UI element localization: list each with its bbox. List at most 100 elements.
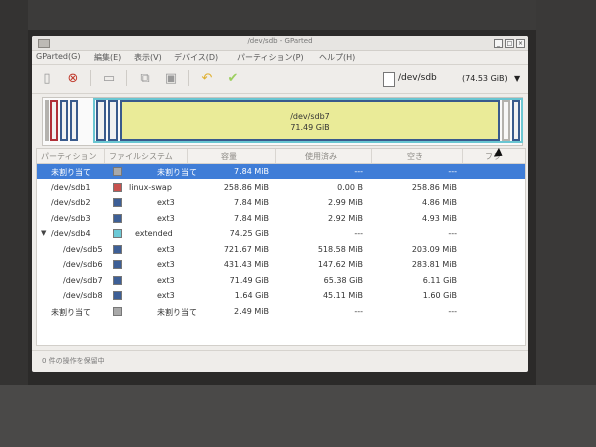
segment-unallocated-end[interactable]: [512, 100, 520, 141]
cell-filesystem: 未割り当て: [157, 168, 197, 177]
header-size[interactable]: 容量: [221, 151, 237, 162]
segment-sdb7-size: 71.49 GiB: [290, 123, 330, 132]
cell-unused: 4.93 MiB: [422, 213, 457, 223]
menu-gparted[interactable]: GParted(G): [36, 52, 80, 61]
expander-icon[interactable]: ▼: [41, 229, 46, 237]
segment-sdb7[interactable]: /dev/sdb7 71.49 GiB: [120, 100, 500, 141]
cell-filesystem: ext3: [157, 198, 175, 207]
delete-button[interactable]: ⊗: [64, 69, 82, 87]
header-divider: [187, 149, 188, 163]
undo-icon: ↶: [201, 70, 213, 86]
cell-used: 0.00 B: [337, 182, 363, 192]
menubar: GParted(G) 編集(E) 表示(V) デバイス(D) パーティション(P…: [32, 50, 528, 65]
paste-icon: ▣: [164, 70, 178, 86]
header-partition[interactable]: パーティション: [41, 151, 97, 162]
segment-sdb8[interactable]: [502, 100, 510, 141]
disk-visualization: /dev/sdb7 71.49 GiB: [42, 97, 523, 146]
undo-button[interactable]: ↶: [198, 69, 216, 87]
filesystem-color-swatch: [113, 182, 122, 192]
cell-size: 258.86 MiB: [223, 182, 269, 192]
header-used[interactable]: 使用済み: [305, 151, 337, 162]
cell-size: 1.64 GiB: [234, 291, 269, 300]
cell-unused: 4.86 MiB: [422, 198, 457, 207]
segment-sdb6[interactable]: [108, 100, 118, 141]
menu-edit[interactable]: 編集(E): [94, 52, 121, 63]
segment-unallocated-start[interactable]: [45, 100, 49, 141]
new-partition-icon: ▯: [43, 70, 51, 86]
resize-move-button[interactable]: ▭: [100, 69, 118, 87]
header-divider: [462, 149, 463, 163]
segment-sdb2[interactable]: [60, 100, 68, 141]
table-row[interactable]: /dev/sdb1 linux-swap 258.86 MiB 0.00 B 258.8…: [37, 180, 525, 195]
cell-used: 2.99 MiB: [328, 198, 363, 207]
table-header: パーティション ファイルシステム 容量 使用済み 空き フラ: [37, 149, 525, 164]
cell-filesystem: ext3: [157, 260, 175, 269]
table-row[interactable]: 未割り当て 未割り当て 2.49 MiB --- ---: [37, 304, 525, 319]
monitor-bezel-top: [0, 0, 596, 30]
cell-partition: 未割り当て: [51, 168, 91, 177]
cell-size: 7.84 MiB: [234, 213, 269, 223]
statusbar: 0 件の操作を保留中: [32, 350, 528, 372]
device-selector[interactable]: /dev/sdb (74.53 GiB) ▼: [380, 70, 520, 88]
filesystem-color-swatch: [113, 198, 122, 207]
cell-partition: 未割り当て: [51, 307, 91, 317]
table-row[interactable]: /dev/sdb7 ext3 71.49 GiB 65.38 GiB 6.11 GiB: [37, 273, 525, 288]
cell-size: 7.84 MiB: [234, 167, 269, 176]
maximize-icon[interactable]: □: [505, 39, 514, 48]
table-row[interactable]: /dev/sdb8 ext3 1.64 GiB 45.11 MiB 1.60 GiB: [37, 288, 525, 303]
copy-button[interactable]: ⧉: [136, 69, 154, 87]
filesystem-color-swatch: [113, 167, 122, 176]
monitor-bezel-right: [536, 0, 596, 447]
table-row[interactable]: /dev/sdb2 ext3 7.84 MiB 2.99 MiB 4.86 MiB: [37, 195, 525, 210]
cell-filesystem: ext3: [157, 213, 175, 223]
close-icon[interactable]: ×: [516, 39, 525, 48]
cell-size: 7.84 MiB: [234, 198, 269, 207]
copy-icon: ⧉: [140, 70, 150, 86]
cell-partition: /dev/sdb2: [51, 198, 91, 207]
menu-partition[interactable]: パーティション(P): [237, 52, 304, 63]
cell-used: 2.92 MiB: [328, 213, 363, 223]
filesystem-color-swatch: [113, 260, 122, 269]
toolbar-separator: [90, 70, 91, 86]
header-divider: [371, 149, 372, 163]
paste-button[interactable]: ▣: [162, 69, 180, 87]
table-row[interactable]: 未割り当て 未割り当て 7.84 MiB --- ---: [37, 164, 525, 179]
cell-size: 74.25 GiB: [229, 229, 269, 238]
menu-device[interactable]: デバイス(D): [174, 52, 218, 63]
cell-filesystem: linux-swap: [129, 182, 172, 192]
pending-operations-status: 0 件の操作を保留中: [42, 357, 105, 365]
gparted-window: /dev/sdb - GParted _ □ × GParted(G) 編集(E…: [32, 36, 528, 372]
window-title: /dev/sdb - GParted: [247, 37, 313, 45]
cell-unused: 6.11 GiB: [422, 275, 457, 285]
cell-partition: /dev/sdb7: [63, 275, 103, 285]
header-unused[interactable]: 空き: [407, 151, 423, 162]
table-row[interactable]: /dev/sdb6 ext3 431.43 MiB 147.62 MiB 283.81 …: [37, 257, 525, 272]
segment-sdb3[interactable]: [70, 100, 78, 141]
segment-sdb1[interactable]: [50, 100, 58, 141]
filesystem-color-swatch: [113, 213, 122, 223]
new-partition-button[interactable]: ▯: [38, 69, 56, 87]
table-row[interactable]: /dev/sdb5 ext3 721.67 MiB 518.58 MiB 203.09 …: [37, 242, 525, 257]
segment-sdb5[interactable]: [96, 100, 106, 141]
cell-size: 431.43 MiB: [223, 260, 269, 269]
cell-unused: 203.09 MiB: [411, 244, 457, 254]
header-divider: [275, 149, 276, 163]
cell-used: ---: [354, 229, 363, 238]
table-row[interactable]: /dev/sdb3 ext3 7.84 MiB 2.92 MiB 4.93 MiB: [37, 211, 525, 226]
cell-partition: /dev/sdb8: [63, 291, 103, 300]
device-name: /dev/sdb: [398, 73, 437, 83]
cell-partition: /dev/sdb5: [63, 244, 103, 254]
header-filesystem[interactable]: ファイルシステム: [109, 151, 173, 162]
filesystem-color-swatch: [113, 229, 122, 238]
cell-filesystem: ext3: [157, 244, 175, 254]
segment-sdb7-label: /dev/sdb7: [290, 112, 330, 121]
partition-table: パーティション ファイルシステム 容量 使用済み 空き フラ 未割り当て 未割り当…: [36, 148, 526, 346]
table-row[interactable]: ▼ /dev/sdb4 extended 74.25 GiB --- ---: [37, 226, 525, 241]
apply-button[interactable]: ✔: [224, 69, 242, 87]
menu-help[interactable]: ヘルプ(H): [319, 52, 355, 63]
menu-view[interactable]: 表示(V): [134, 52, 162, 63]
delete-icon: ⊗: [67, 70, 79, 86]
minimize-icon[interactable]: _: [494, 39, 503, 48]
cell-size: 721.67 MiB: [223, 244, 269, 254]
cell-unused: ---: [448, 167, 457, 176]
